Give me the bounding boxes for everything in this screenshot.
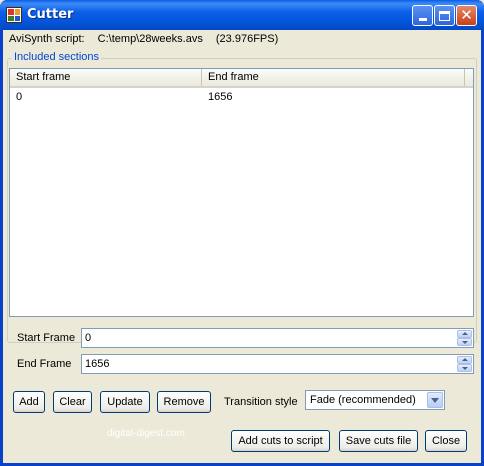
chevron-down-icon — [431, 398, 439, 403]
title-bar[interactable]: Cutter ✕ — [0, 0, 484, 30]
arrow-down-icon — [462, 341, 468, 344]
watermark: digital-digest.com — [107, 428, 185, 439]
start-frame-down-button[interactable] — [457, 338, 472, 346]
transition-style-select[interactable]: Fade (recommended) — [305, 390, 445, 410]
cutter-window: Cutter ✕ AviSynth script: C:\temp\28week… — [0, 0, 484, 466]
start-frame-input[interactable] — [82, 329, 456, 347]
minimize-button[interactable] — [412, 5, 433, 26]
end-frame-stepper[interactable] — [81, 354, 474, 374]
add-cuts-to-script-button[interactable]: Add cuts to script — [231, 430, 330, 452]
transition-style-label: Transition style — [224, 396, 298, 408]
script-fps: (23.976FPS) — [215, 33, 279, 45]
end-frame-spin-buttons — [457, 356, 472, 372]
maximize-icon — [439, 10, 450, 21]
client-area: AviSynth script: C:\temp\28weeks.avs (23… — [3, 30, 481, 463]
script-info: AviSynth script: C:\temp\28weeks.avs (23… — [9, 33, 288, 45]
list-header: Start frame End frame — [10, 69, 473, 88]
start-frame-label: Start Frame — [17, 332, 76, 344]
close-window-button[interactable]: ✕ — [456, 5, 477, 26]
add-button[interactable]: Add — [13, 391, 45, 413]
clear-button[interactable]: Clear — [53, 391, 92, 413]
table-row[interactable]: 0 1656 — [10, 89, 473, 105]
window-title: Cutter — [27, 7, 74, 22]
minimize-icon — [418, 18, 427, 21]
arrow-down-icon — [462, 367, 468, 370]
row-end-frame: 1656 — [208, 91, 233, 103]
sections-list[interactable]: Start frame End frame 0 1656 — [9, 68, 474, 317]
remove-button[interactable]: Remove — [157, 391, 211, 413]
transition-dropdown-button[interactable] — [427, 392, 443, 408]
end-frame-label: End Frame — [17, 358, 72, 370]
column-header-start-frame[interactable]: Start frame — [10, 69, 202, 86]
close-icon: ✕ — [460, 6, 473, 24]
arrow-up-icon — [462, 358, 468, 361]
end-frame-input[interactable] — [82, 355, 456, 373]
update-button[interactable]: Update — [100, 391, 150, 413]
close-button[interactable]: Close — [425, 430, 467, 452]
start-frame-up-button[interactable] — [457, 330, 472, 338]
cutter-app-icon — [6, 7, 22, 23]
row-start-frame: 0 — [16, 91, 23, 103]
end-frame-down-button[interactable] — [457, 364, 472, 372]
script-label: AviSynth script: — [9, 33, 85, 45]
end-frame-up-button[interactable] — [457, 356, 472, 364]
maximize-button[interactable] — [434, 5, 455, 26]
start-frame-stepper[interactable] — [81, 328, 474, 348]
column-header-end-frame[interactable]: End frame — [202, 69, 465, 86]
transition-style-value: Fade (recommended) — [310, 394, 416, 406]
script-path: C:\temp\28weeks.avs — [97, 33, 203, 45]
start-frame-spin-buttons — [457, 330, 472, 346]
included-sections-legend: Included sections — [12, 51, 101, 63]
save-cuts-file-button[interactable]: Save cuts file — [339, 430, 418, 452]
arrow-up-icon — [462, 332, 468, 335]
